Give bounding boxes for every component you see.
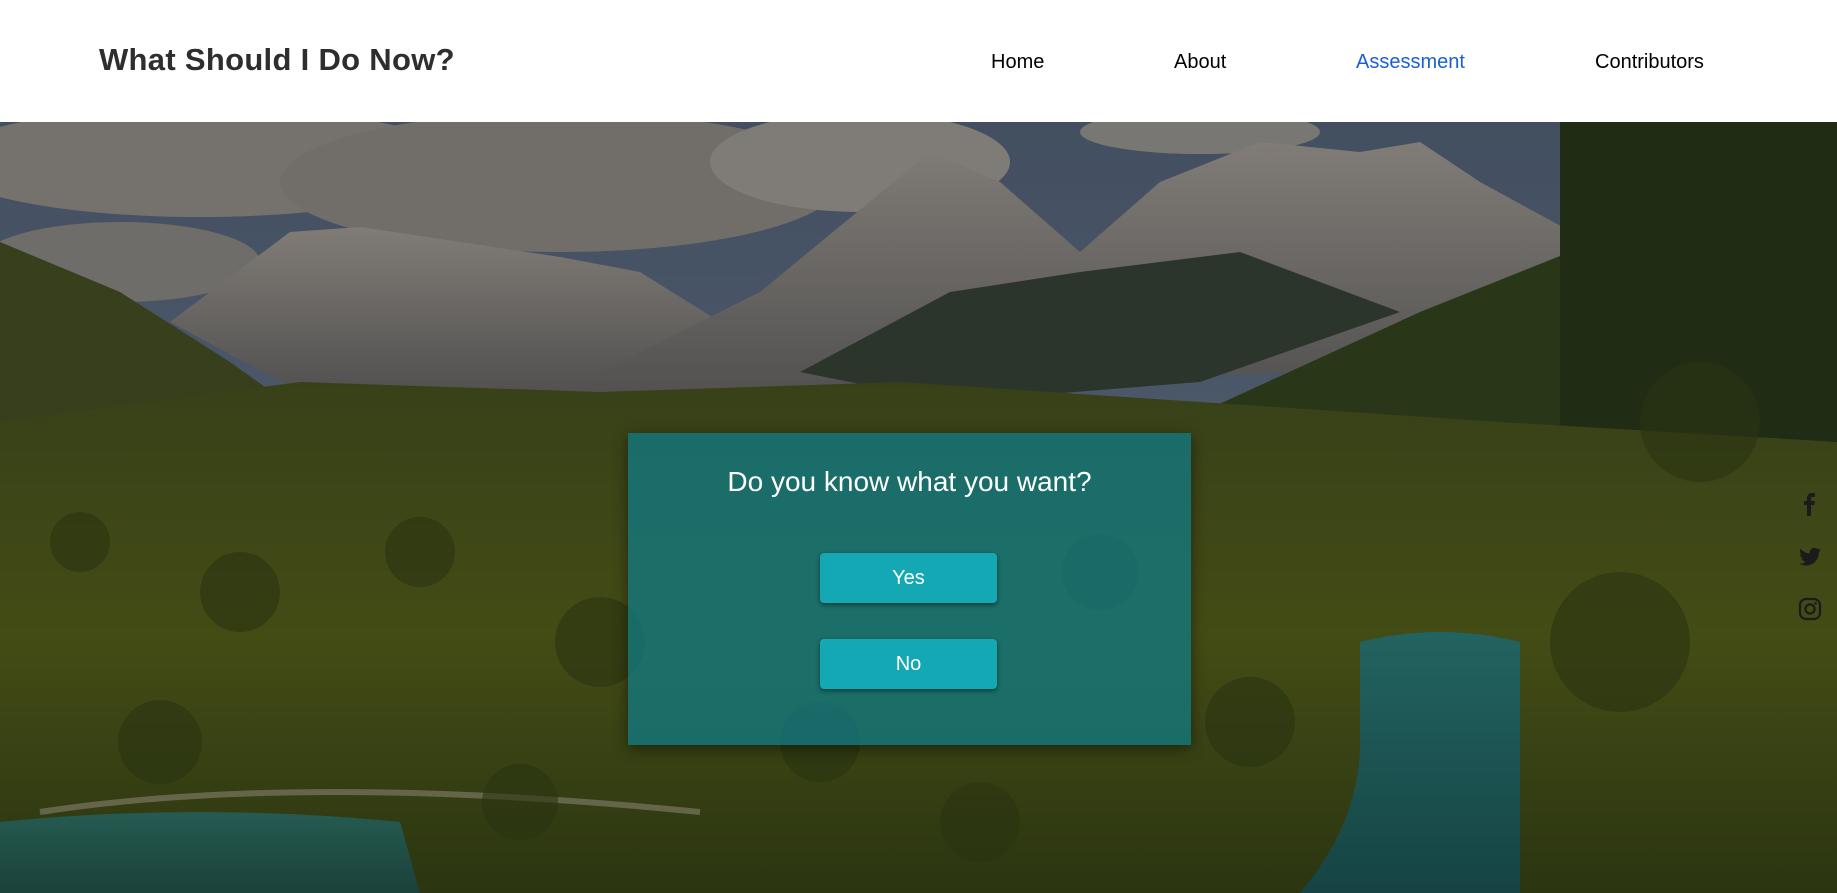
- twitter-icon[interactable]: [1797, 544, 1823, 570]
- nav-assessment[interactable]: Assessment: [1356, 51, 1465, 74]
- nav-home[interactable]: Home: [991, 51, 1044, 74]
- yes-button[interactable]: Yes: [820, 553, 997, 603]
- instagram-icon[interactable]: [1797, 596, 1823, 622]
- assessment-card: Do you know what you want? Yes No: [628, 433, 1191, 745]
- site-header: What Should I Do Now? Home About Assessm…: [0, 0, 1837, 122]
- hero-background: Do you know what you want? Yes No: [0, 122, 1837, 893]
- assessment-question: Do you know what you want?: [727, 466, 1092, 497]
- nav-about[interactable]: About: [1174, 51, 1226, 74]
- main-nav: Home About Assessment Contributors: [0, 51, 1837, 79]
- no-button[interactable]: No: [820, 639, 997, 689]
- nav-contributors[interactable]: Contributors: [1595, 51, 1704, 74]
- facebook-icon[interactable]: [1797, 492, 1823, 518]
